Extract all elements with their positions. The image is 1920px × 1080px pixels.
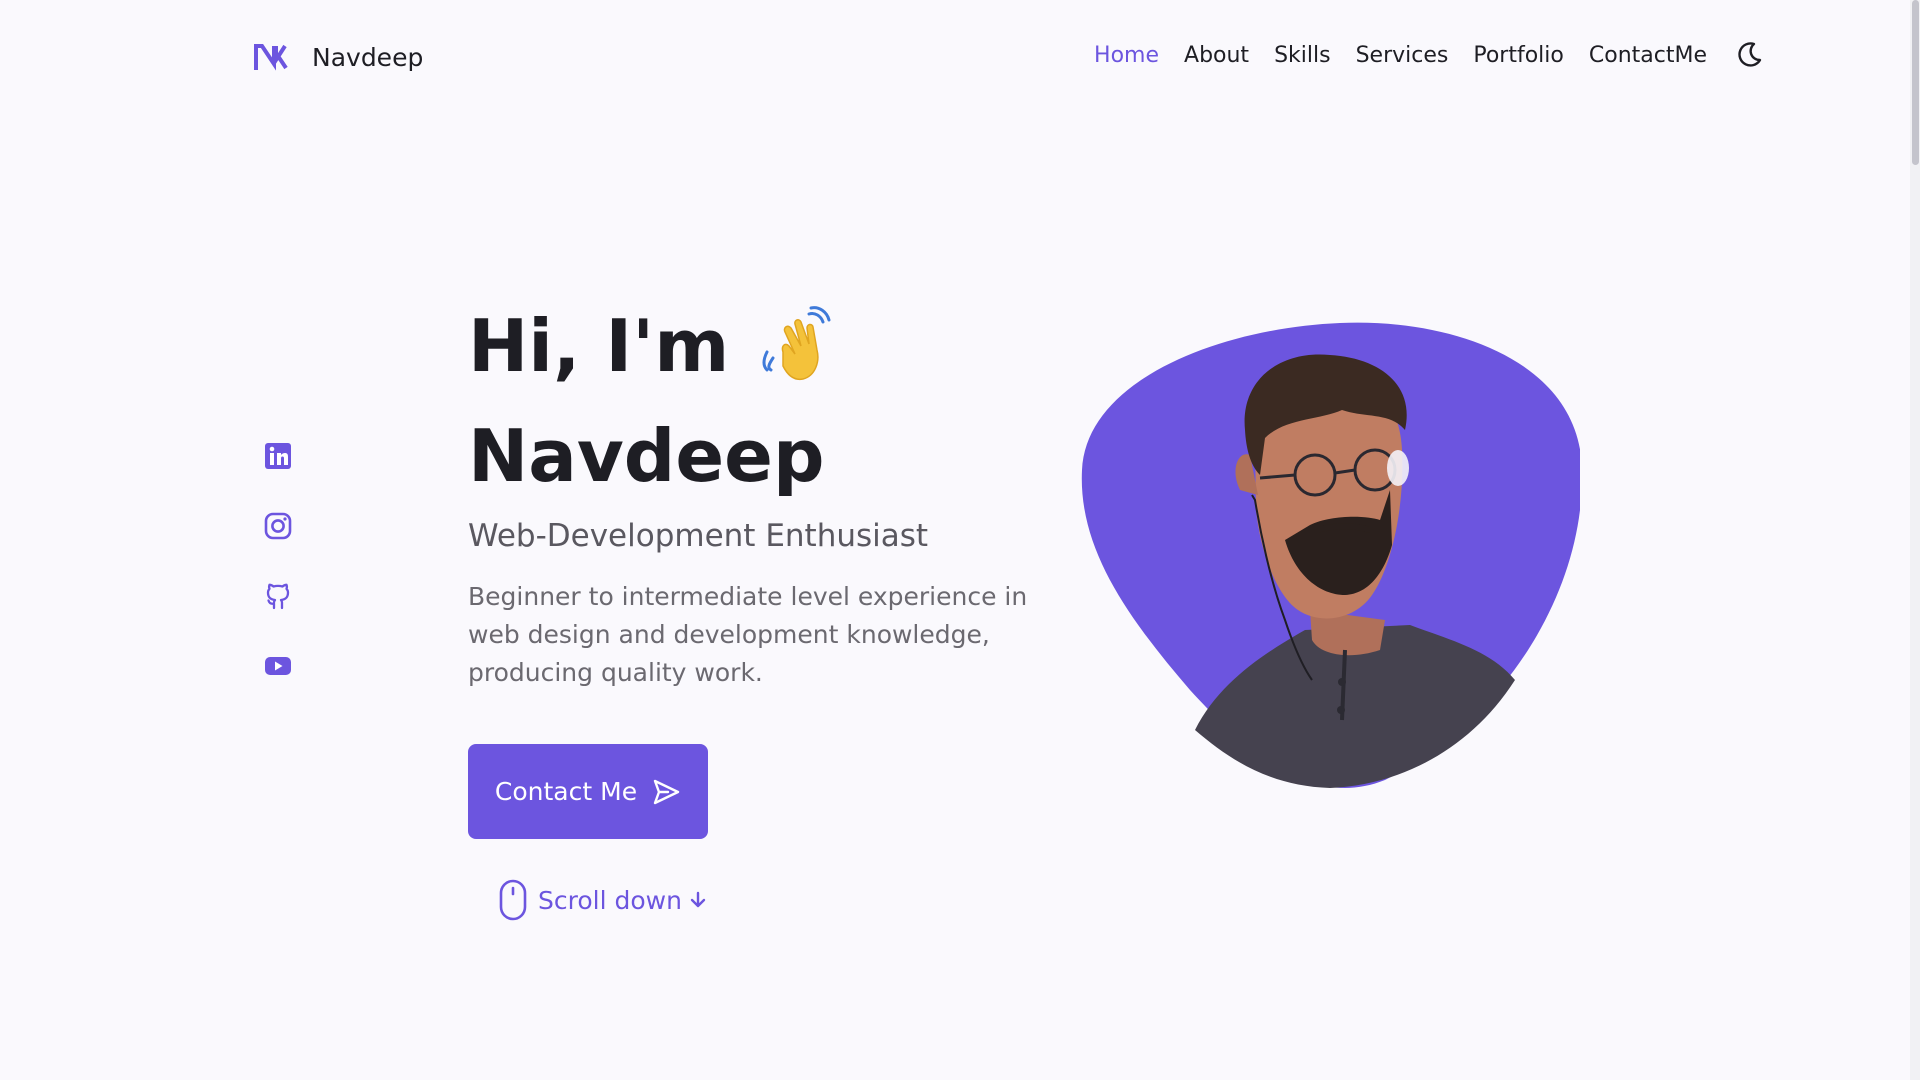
main-nav: Home About Skills Services Portfolio Con… xyxy=(1069,40,1764,70)
greeting: Hi, I'm xyxy=(468,292,1048,400)
youtube-icon[interactable] xyxy=(262,650,294,682)
logo-icon xyxy=(254,44,288,71)
mouse-icon xyxy=(499,879,527,921)
instagram-icon[interactable] xyxy=(262,510,294,542)
waving-hand-icon xyxy=(762,306,831,381)
nav-skills[interactable]: Skills xyxy=(1274,43,1331,68)
hero: Hi, I'm Navdeep Web-Development Enthusia… xyxy=(468,292,1048,921)
greeting-text: Hi, I'm xyxy=(468,304,730,388)
moon-icon[interactable] xyxy=(1734,40,1764,70)
profile-photo xyxy=(1081,322,1580,788)
nav-services[interactable]: Services xyxy=(1356,43,1449,68)
scroll-down-label: Scroll down xyxy=(538,885,682,915)
header: Navdeep Home About Skills Services Portf… xyxy=(0,0,1910,112)
logo[interactable]: Navdeep xyxy=(254,40,423,74)
scrollbar[interactable] xyxy=(1910,0,1920,1080)
hero-subtitle: Web-Development Enthusiast xyxy=(468,518,929,554)
scrollbar-thumb[interactable] xyxy=(1912,0,1919,165)
hero-description: Beginner to intermediate level experienc… xyxy=(468,582,1028,687)
contact-me-button[interactable]: Contact Me xyxy=(468,744,708,839)
contact-me-label: Contact Me xyxy=(494,777,638,806)
nav-contactme[interactable]: ContactMe xyxy=(1589,43,1707,68)
nav-portfolio[interactable]: Portfolio xyxy=(1473,43,1564,68)
social-links xyxy=(262,440,294,720)
github-icon[interactable] xyxy=(262,580,294,612)
linkedin-icon[interactable] xyxy=(262,440,294,472)
nav-about[interactable]: About xyxy=(1184,43,1249,68)
arrow-down-icon xyxy=(690,891,706,908)
logo-text: Navdeep xyxy=(312,42,424,72)
nav-home[interactable]: Home xyxy=(1094,43,1159,68)
scroll-down-link[interactable]: Scroll down xyxy=(498,879,1048,921)
send-icon xyxy=(653,779,680,804)
hero-name: Navdeep xyxy=(468,414,825,498)
